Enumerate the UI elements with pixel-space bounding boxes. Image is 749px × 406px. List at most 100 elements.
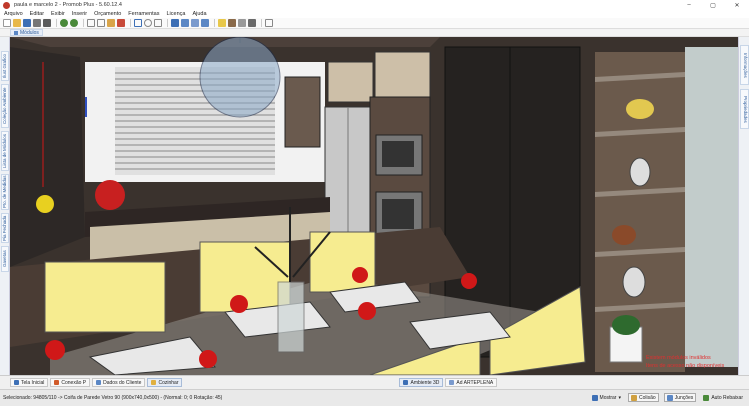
- tab-dados-cliente-label: Dados do Cliente: [103, 379, 142, 386]
- app-window: paula e marcelo 2 - Promob Plus - 5.60.1…: [0, 0, 749, 406]
- module-strip: Módulos: [0, 29, 749, 37]
- vtab-pia-fechada[interactable]: Pia Fechada: [1, 213, 9, 243]
- view-3d-icon[interactable]: [181, 19, 189, 27]
- texture-icon[interactable]: [228, 19, 236, 27]
- viewport-3d[interactable]: Existem módulos inválidos Itens de acess…: [10, 37, 738, 375]
- client-icon: [96, 380, 102, 385]
- save-icon[interactable]: [23, 19, 31, 27]
- cube-icon: [403, 380, 409, 385]
- menu-ferramentas[interactable]: Ferramentas: [128, 11, 159, 17]
- tab-ad-arteplena[interactable]: Ad ARTEPLENA: [445, 378, 498, 387]
- tab-cozinhar[interactable]: Cozinhar: [147, 378, 183, 387]
- eye-icon: [591, 394, 598, 401]
- mostrar-dropdown[interactable]: Mostrar ▾: [590, 393, 623, 402]
- junction-icon: [666, 394, 673, 401]
- red-pot: [95, 180, 125, 210]
- modules-icon: [14, 30, 18, 35]
- maximize-button[interactable]: ▢: [701, 0, 725, 10]
- wine-glass: [45, 340, 65, 360]
- open-folder-icon[interactable]: [13, 19, 21, 27]
- tab-conexao-p[interactable]: Conexão P: [50, 378, 91, 387]
- wine-glass: [352, 267, 368, 283]
- vtab-gavetas[interactable]: Gavetas: [1, 246, 9, 272]
- copy-icon[interactable]: [97, 19, 105, 27]
- grid-icon[interactable]: [265, 19, 273, 27]
- vtab-pto-medidas[interactable]: Pto. de Medidas: [1, 174, 9, 210]
- tab-modulos[interactable]: Módulos: [10, 29, 43, 36]
- tab-ambiente-3d[interactable]: Ambiente 3D: [399, 378, 444, 387]
- bottom-tabs: Tela Inicial Conexão P Dados do Cliente …: [0, 375, 749, 389]
- menu-editar[interactable]: Editar: [30, 11, 44, 17]
- invalid-modules-message: Existem módulos inválidos: [646, 355, 711, 361]
- window-controls: – ▢ ✕: [677, 0, 749, 10]
- tab-tela-inicial[interactable]: Tela Inicial: [10, 378, 49, 387]
- tab-conexao-p-label: Conexão P: [61, 379, 87, 386]
- rotate-icon[interactable]: [144, 19, 152, 27]
- tab-dados-cliente[interactable]: Dados do Cliente: [92, 378, 146, 387]
- settings-icon[interactable]: [248, 19, 256, 27]
- kitchen-icon: [151, 380, 157, 385]
- toolbar-separator: [261, 19, 262, 27]
- tab-tela-inicial-label: Tela Inicial: [21, 379, 45, 386]
- upper-cabinet-light: [327, 61, 374, 103]
- colisao-toggle[interactable]: Colisão: [628, 393, 659, 402]
- toolbar-separator: [83, 19, 84, 27]
- tab-cozinhar-label: Cozinhar: [158, 379, 179, 386]
- document-icon: [449, 380, 455, 385]
- title-bar: paula e marcelo 2 - Promob Plus - 5.60.1…: [0, 0, 749, 10]
- right-panel-tabs: Informações Propriedades: [738, 37, 749, 375]
- menu-bar: Arquivo Editar Exibir Inserir Orçamento …: [0, 10, 749, 18]
- auto-rebaixar-toggle[interactable]: Auto Rebaixar: [701, 393, 745, 402]
- render-icon[interactable]: [43, 19, 51, 27]
- delete-icon[interactable]: [117, 19, 125, 27]
- measure-icon[interactable]: [154, 19, 162, 27]
- tab-modulos-label: Módulos: [20, 29, 39, 36]
- walk-icon[interactable]: [201, 19, 209, 27]
- redo-icon[interactable]: [70, 19, 78, 27]
- decor-item: [622, 266, 646, 298]
- toolbar-separator: [130, 19, 131, 27]
- lighting-icon[interactable]: [218, 19, 226, 27]
- camera-icon[interactable]: [171, 19, 179, 27]
- wine-glass: [461, 273, 477, 289]
- paste-icon[interactable]: [107, 19, 115, 27]
- vtab-informacoes[interactable]: Informações: [740, 45, 749, 85]
- juncoes-label: Junções: [674, 394, 694, 401]
- layers-icon[interactable]: [238, 19, 246, 27]
- minimize-button[interactable]: –: [677, 0, 701, 10]
- vtab-ilust-grafico[interactable]: Ilust Grafico: [1, 51, 9, 81]
- new-file-icon[interactable]: [3, 19, 11, 27]
- promob-logo-icon: [3, 1, 10, 9]
- vtab-propriedades[interactable]: Propriedades: [740, 89, 749, 129]
- select-icon[interactable]: [134, 19, 142, 27]
- chair: [309, 231, 376, 293]
- menu-exibir[interactable]: Exibir: [51, 11, 65, 17]
- tab-ad-arteplena-label: Ad ARTEPLENA: [456, 379, 494, 386]
- upper-cabinet: [284, 76, 321, 148]
- cut-icon[interactable]: [87, 19, 95, 27]
- decor-item: [629, 157, 651, 187]
- juncoes-toggle[interactable]: Junções: [663, 393, 697, 402]
- vase-centerpiece: [277, 281, 305, 353]
- home-icon: [14, 380, 19, 385]
- kitchen-render: [10, 37, 738, 375]
- print-icon[interactable]: [33, 19, 41, 27]
- mostrar-label: Mostrar: [599, 394, 617, 401]
- decor-item: [626, 99, 654, 119]
- status-controls: Mostrar ▾ Colisão Junções Auto Rebaixar: [585, 393, 745, 402]
- undo-icon[interactable]: [60, 19, 68, 27]
- menu-arquivo[interactable]: Arquivo: [4, 11, 23, 17]
- toolbar-separator: [214, 19, 215, 27]
- menu-orcamento[interactable]: Orçamento: [94, 11, 121, 17]
- plant: [612, 315, 640, 335]
- menu-licenca[interactable]: Licença: [166, 11, 185, 17]
- menu-inserir[interactable]: Inserir: [72, 11, 87, 17]
- top-view-icon[interactable]: [191, 19, 199, 27]
- menu-ajuda[interactable]: Ajuda: [192, 11, 206, 17]
- vtab-colecao-ambiente[interactable]: Coleção Ambiente: [1, 84, 9, 128]
- left-panel-tabs: Ilust Grafico Coleção Ambiente Lista de …: [0, 37, 10, 375]
- close-button[interactable]: ✕: [725, 0, 749, 10]
- vtab-lista-modulos[interactable]: Lista de Módulos: [1, 131, 9, 171]
- window-title: paula e marcelo 2 - Promob Plus - 5.60.1…: [14, 2, 122, 8]
- access-items-message: Itens de acesso não disponíveis: [646, 363, 725, 369]
